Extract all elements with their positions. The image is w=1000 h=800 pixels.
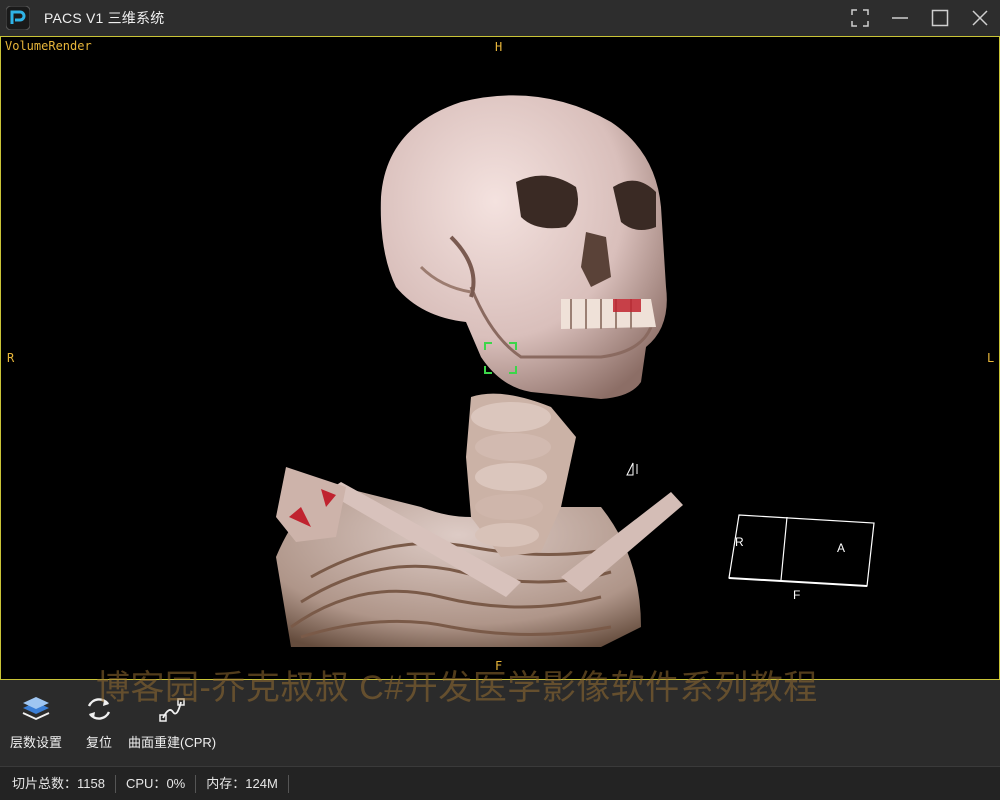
reset-button[interactable]: 复位 (82, 692, 116, 751)
reset-icon (82, 692, 116, 726)
curve-icon (155, 692, 189, 726)
status-bar: 切片总数：1158 CPU：0% 内存：124M (0, 766, 1000, 800)
cube-face-front-label: A (837, 541, 846, 555)
slices-label: 切片总数： (12, 775, 78, 791)
render-mode-label: VolumeRender (5, 39, 92, 53)
maximize-icon (931, 9, 949, 27)
layer-settings-button[interactable]: 层数设置 (10, 692, 62, 751)
window-controls (840, 0, 1000, 36)
bottom-toolbar: 层数设置 复位 曲面重建(CPR) (0, 680, 1000, 766)
orientation-bottom-label: F (495, 659, 503, 673)
close-button[interactable] (960, 0, 1000, 36)
cube-bottom-label: F (793, 588, 801, 602)
skull-shape (380, 95, 667, 400)
volume-render-viewport[interactable]: VolumeRender H R L F R A F (0, 36, 1000, 680)
memory-value: 124M (245, 775, 278, 791)
layers-icon (19, 692, 53, 726)
cpu-value: 0% (166, 775, 186, 791)
orientation-left-label: R (7, 351, 15, 365)
app-logo-icon (5, 5, 31, 31)
orientation-right-label: L (987, 351, 995, 365)
reset-label: 复位 (85, 735, 112, 750)
maximize-button[interactable] (920, 0, 960, 36)
orientation-cube (728, 514, 875, 587)
minimize-icon (892, 17, 908, 19)
window-title: PACS V1 三维系统 (44, 10, 165, 26)
cpr-label: 曲面重建(CPR) (128, 735, 217, 750)
cpu-label: CPU： (125, 775, 167, 791)
title-bar: PACS V1 三维系统 (0, 0, 1000, 36)
slices-value: 1158 (77, 775, 105, 791)
cursor-marker-icon (626, 462, 638, 476)
status-cpu: CPU：0% (116, 774, 197, 793)
cpr-button[interactable]: 曲面重建(CPR) (128, 692, 216, 751)
memory-label: 内存： (206, 775, 246, 791)
layer-settings-label: 层数设置 (10, 735, 63, 750)
cube-face-left-label: R (735, 535, 744, 549)
fullscreen-icon (851, 9, 869, 27)
scapula-shape (276, 467, 346, 542)
orientation-top-label: H (495, 40, 503, 54)
fullscreen-button[interactable] (840, 0, 880, 36)
volume-render-image (276, 95, 875, 647)
minimize-button[interactable] (880, 0, 920, 36)
close-icon (972, 10, 988, 26)
status-memory: 内存：124M (196, 774, 289, 793)
status-slices: 切片总数：1158 (0, 774, 116, 793)
